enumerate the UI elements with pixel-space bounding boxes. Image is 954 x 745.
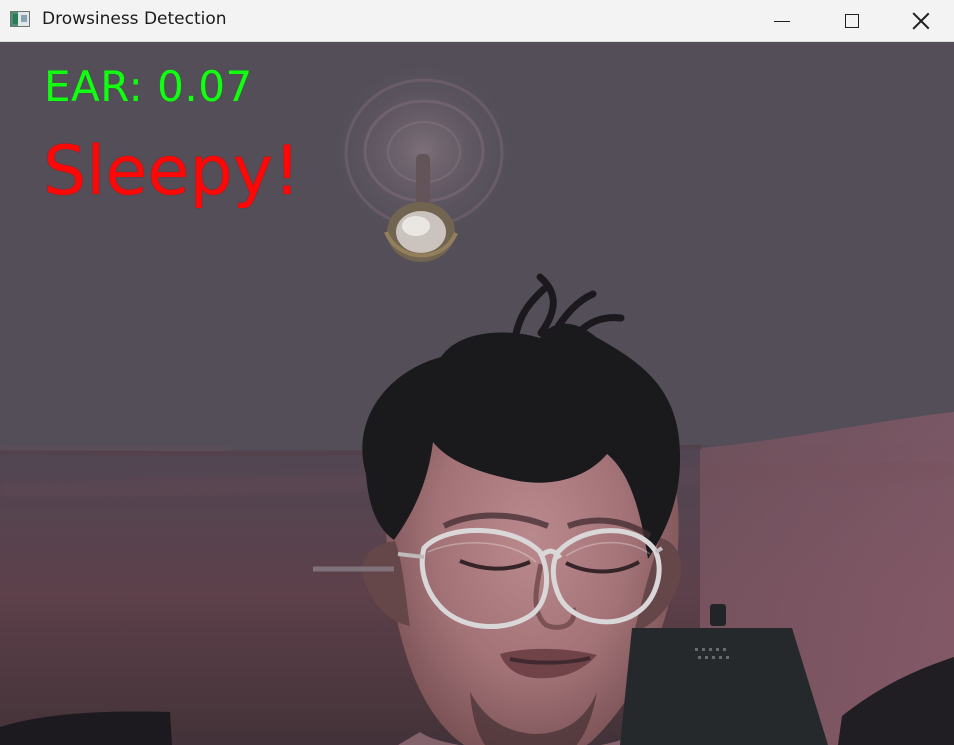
minimize-button[interactable] (748, 0, 816, 42)
application-icon (10, 11, 30, 27)
drowsiness-status: Sleepy! (43, 132, 301, 211)
title-bar[interactable]: Drowsiness Detection (0, 0, 954, 42)
close-icon (912, 12, 930, 30)
maximize-button[interactable] (818, 0, 886, 42)
close-button[interactable] (888, 0, 954, 42)
drowsiness-detection-window: Drowsiness Detection EAR: 0.07 Sleepy! (0, 0, 954, 745)
ear-reading: EAR: 0.07 (44, 62, 253, 111)
maximize-icon (845, 14, 859, 28)
webcam-feed: EAR: 0.07 Sleepy! (0, 42, 954, 745)
minimize-icon (774, 20, 790, 22)
window-title: Drowsiness Detection (42, 9, 227, 29)
